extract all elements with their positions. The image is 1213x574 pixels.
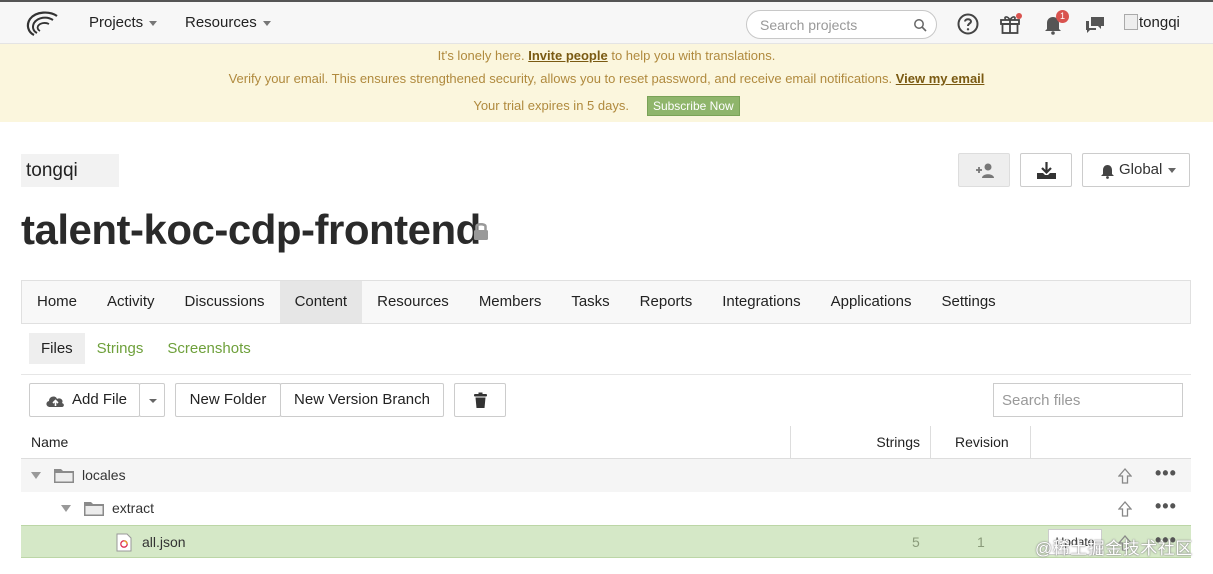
file-search-input[interactable] — [1002, 391, 1172, 409]
subtab-strings[interactable]: Strings — [85, 333, 156, 364]
folder-icon — [84, 502, 104, 516]
watermark: @稀土掘金技术社区 — [1035, 539, 1193, 558]
invite-notice: It's lonely here. Invite people to help … — [0, 48, 1213, 63]
bell-icon — [1101, 165, 1114, 179]
content-subtabs: Files Strings Screenshots — [29, 333, 263, 364]
notification-badge: 1 — [1056, 10, 1069, 23]
chevron-down-icon — [262, 20, 271, 26]
invite-people-link[interactable]: Invite people — [528, 48, 607, 63]
add-file-button[interactable]: Add File — [29, 383, 140, 417]
organization-name[interactable]: tongqi — [21, 154, 119, 187]
project-tabs: Home Activity Discussions Content Resources M… — [21, 280, 1191, 324]
column-divider — [1030, 426, 1031, 459]
trash-icon — [474, 392, 487, 408]
notice-banner: It's lonely here. Invite people to help … — [0, 44, 1213, 122]
download-button[interactable] — [1020, 153, 1072, 187]
tab-tasks[interactable]: Tasks — [556, 281, 624, 323]
collapse-toggle-icon[interactable] — [31, 472, 41, 479]
add-file-label: Add File — [72, 391, 128, 408]
upload-arrow-icon[interactable] — [1118, 501, 1132, 517]
new-version-branch-button[interactable]: New Version Branch — [280, 383, 444, 417]
more-options-icon[interactable]: ••• — [1155, 459, 1177, 487]
column-name[interactable]: Name — [31, 426, 68, 458]
upload-arrow-icon[interactable] — [1118, 468, 1132, 484]
tab-settings[interactable]: Settings — [926, 281, 1010, 323]
projects-menu-label: Projects — [89, 14, 144, 31]
project-search-input[interactable] — [760, 16, 910, 34]
gift-indicator-dot — [1016, 13, 1022, 19]
project-title: talent-koc-cdp-frontend — [21, 206, 481, 253]
resources-menu-label: Resources — [185, 14, 257, 31]
project-search — [746, 10, 937, 39]
invite-notice-text: It's lonely here. — [437, 48, 529, 63]
subtab-files[interactable]: Files — [29, 333, 85, 364]
view-my-email-link[interactable]: View my email — [896, 71, 985, 86]
download-icon — [1037, 162, 1056, 179]
strings-count: 5 — [912, 534, 920, 550]
tab-resources[interactable]: Resources — [362, 281, 464, 323]
chevron-down-icon — [149, 399, 157, 403]
search-icon[interactable] — [913, 18, 927, 32]
add-file-options-toggle[interactable] — [139, 383, 165, 417]
table-row[interactable]: all.json 5 1 Update ••• — [21, 525, 1191, 558]
verify-email-text: Verify your email. This ensures strength… — [228, 71, 896, 86]
chevron-down-icon — [1168, 167, 1177, 173]
notification-scope-dropdown[interactable]: Global — [1082, 153, 1190, 187]
lock-icon — [474, 223, 488, 240]
broken-image-icon — [1124, 14, 1138, 30]
file-search — [993, 383, 1183, 417]
tab-applications[interactable]: Applications — [816, 281, 927, 323]
crowdin-logo-icon[interactable] — [22, 10, 60, 38]
column-divider — [930, 426, 931, 459]
user-avatar-alt: tongqi — [1139, 14, 1180, 31]
tab-content[interactable]: Content — [279, 281, 363, 323]
tab-discussions[interactable]: Discussions — [170, 281, 280, 323]
trial-text: Your trial expires in 5 days. — [473, 98, 629, 113]
folder-name: extract — [112, 500, 155, 516]
projects-menu[interactable]: Projects — [89, 2, 158, 44]
subtab-screenshots[interactable]: Screenshots — [155, 333, 262, 364]
divider — [21, 374, 1191, 375]
resources-menu[interactable]: Resources — [185, 2, 271, 44]
new-folder-button[interactable]: New Folder — [175, 383, 281, 417]
invite-member-button[interactable] — [958, 153, 1010, 187]
tab-activity[interactable]: Activity — [92, 281, 170, 323]
tab-members[interactable]: Members — [464, 281, 557, 323]
messages-icon[interactable] — [1083, 12, 1107, 36]
column-strings[interactable]: Strings — [790, 426, 920, 458]
delete-button[interactable] — [454, 383, 506, 417]
revision-number: 1 — [977, 534, 985, 550]
invite-notice-suffix: to help you with translations. — [607, 48, 776, 63]
tab-home[interactable]: Home — [22, 281, 92, 323]
chevron-down-icon — [149, 20, 158, 26]
subscribe-now-button[interactable]: Subscribe Now — [646, 96, 740, 116]
help-icon[interactable] — [956, 12, 980, 36]
cloud-upload-icon — [46, 396, 64, 407]
folder-name: locales — [82, 467, 126, 483]
user-avatar[interactable]: tongqi — [1124, 14, 1180, 31]
app-root: Projects Resources 1 — [0, 0, 1213, 574]
add-user-icon — [976, 163, 994, 178]
more-options-icon[interactable]: ••• — [1155, 492, 1177, 520]
table-row[interactable]: extract ••• — [21, 492, 1191, 525]
global-label: Global — [1119, 161, 1163, 178]
tab-integrations[interactable]: Integrations — [707, 281, 815, 323]
table-row[interactable]: locales ••• — [21, 459, 1191, 492]
collapse-toggle-icon[interactable] — [61, 505, 71, 512]
json-file-icon — [116, 533, 132, 552]
trial-notice: Your trial expires in 5 days. Subscribe N… — [0, 96, 1213, 116]
files-table-header: Name Strings Revision — [21, 426, 1191, 459]
verify-email-notice: Verify your email. This ensures strength… — [0, 71, 1213, 86]
column-revision[interactable]: Revision — [955, 426, 1009, 458]
top-navbar: Projects Resources 1 — [0, 0, 1213, 44]
file-name[interactable]: all.json — [142, 526, 186, 559]
folder-icon — [54, 469, 74, 483]
tab-reports[interactable]: Reports — [625, 281, 708, 323]
